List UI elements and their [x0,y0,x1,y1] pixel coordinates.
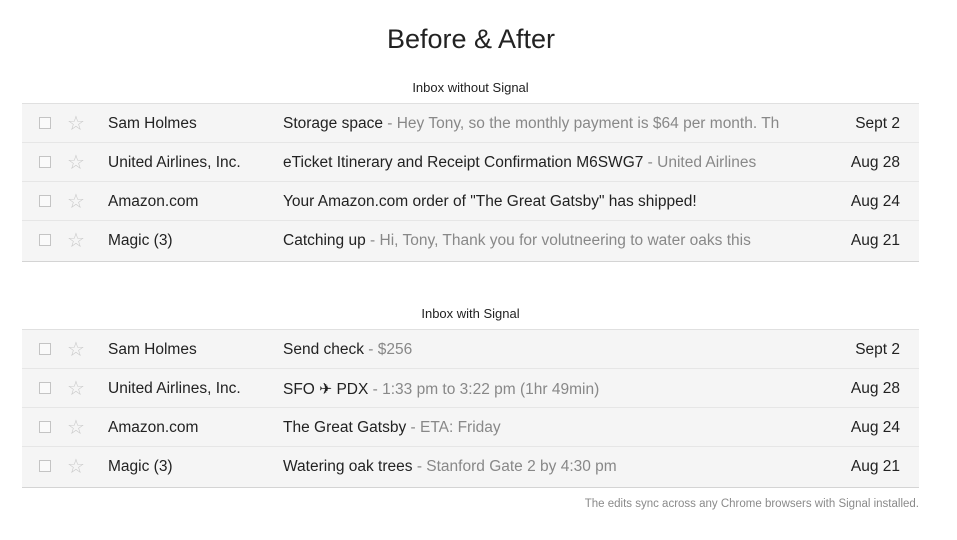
checkbox-icon[interactable] [39,343,51,355]
checkbox-icon[interactable] [39,460,51,472]
email-date: Aug 24 [850,193,900,210]
star-icon[interactable]: ☆ [67,190,85,212]
email-row[interactable]: ☆ Sam Holmes Storage space - Hey Tony, s… [22,104,919,143]
email-subject: Send check [283,341,364,358]
email-date: Sept 2 [855,341,900,358]
email-date: Aug 28 [850,154,900,171]
email-row[interactable]: ☆ Magic (3) Watering oak trees - Stanfor… [22,447,919,487]
inbox-without-signal-label: Inbox without Signal [412,80,529,95]
email-date: Aug 24 [850,419,900,436]
email-sender: United Airlines, Inc. [108,154,241,171]
checkbox-icon[interactable] [39,195,51,207]
email-sender: Magic (3) [108,458,173,475]
email-row[interactable]: ☆ Sam Holmes Send check - $256 Sept 2 [22,330,919,369]
email-subject: Watering oak trees [283,458,413,475]
checkbox-icon[interactable] [39,421,51,433]
inbox-with-signal-label: Inbox with Signal [421,306,520,321]
email-row[interactable]: ☆ United Airlines, Inc. eTicket Itinerar… [22,143,919,182]
email-sender: Sam Holmes [108,341,197,358]
email-row[interactable]: ☆ Amazon.com The Great Gatsby - ETA: Fri… [22,408,919,447]
email-subject: Storage space [283,115,383,132]
star-icon[interactable]: ☆ [67,338,85,360]
email-sender: Amazon.com [108,419,199,436]
email-sender: United Airlines, Inc. [108,380,241,397]
email-snippet: - United Airlines [643,154,757,171]
email-date: Aug 28 [850,380,900,397]
email-sender: Amazon.com [108,193,199,210]
email-date: Sept 2 [855,115,900,132]
email-subject: The Great Gatsby [283,419,407,436]
email-snippet: - Stanford Gate 2 by 4:30 pm [412,458,617,475]
email-message: eTicket Itinerary and Receipt Confirmati… [283,154,823,172]
star-icon[interactable]: ☆ [67,151,85,173]
star-icon[interactable]: ☆ [67,455,85,477]
email-message: Your Amazon.com order of "The Great Gats… [283,193,823,211]
email-date: Aug 21 [850,458,900,475]
email-message: Send check - $256 [283,341,823,359]
email-date: Aug 21 [850,232,900,249]
email-subject: Catching up [283,232,366,249]
email-subject: Your Amazon.com order of "The Great Gats… [283,193,697,210]
star-icon[interactable]: ☆ [67,229,85,251]
email-message: The Great Gatsby - ETA: Friday [283,419,823,437]
email-row[interactable]: ☆ Amazon.com Your Amazon.com order of "T… [22,182,919,221]
email-sender: Magic (3) [108,232,173,249]
email-snippet: - Hey Tony, so the monthly payment is $6… [382,115,780,132]
email-sender: Sam Holmes [108,115,197,132]
email-message: Watering oak trees - Stanford Gate 2 by … [283,458,823,476]
checkbox-icon[interactable] [39,234,51,246]
inbox-without-signal: ☆ Sam Holmes Storage space - Hey Tony, s… [22,103,919,262]
checkbox-icon[interactable] [39,382,51,394]
star-icon[interactable]: ☆ [67,112,85,134]
email-message: Storage space - Hey Tony, so the monthly… [283,115,823,133]
page-title: Before & After [386,24,556,54]
star-icon[interactable]: ☆ [67,416,85,438]
email-snippet: - ETA: Friday [406,419,501,436]
email-snippet: - $256 [364,341,413,358]
email-snippet: - Hi, Tony, Thank you for volutneering t… [365,232,751,249]
checkbox-icon[interactable] [39,117,51,129]
email-row[interactable]: ☆ Magic (3) Catching up - Hi, Tony, Than… [22,221,919,261]
star-icon[interactable]: ☆ [67,377,85,399]
sync-footnote: The edits sync across any Chrome browser… [584,498,919,510]
email-subject: SFO ✈ PDX [283,381,369,398]
email-subject: eTicket Itinerary and Receipt Confirmati… [283,154,644,171]
email-snippet: - 1:33 pm to 3:22 pm (1hr 49min) [368,381,600,398]
inbox-with-signal: ☆ Sam Holmes Send check - $256 Sept 2 ☆ … [22,329,919,488]
checkbox-icon[interactable] [39,156,51,168]
email-row[interactable]: ☆ United Airlines, Inc. SFO ✈ PDX - 1:33… [22,369,919,408]
email-message: Catching up - Hi, Tony, Thank you for vo… [283,232,823,250]
email-message: SFO ✈ PDX - 1:33 pm to 3:22 pm (1hr 49mi… [283,380,823,399]
